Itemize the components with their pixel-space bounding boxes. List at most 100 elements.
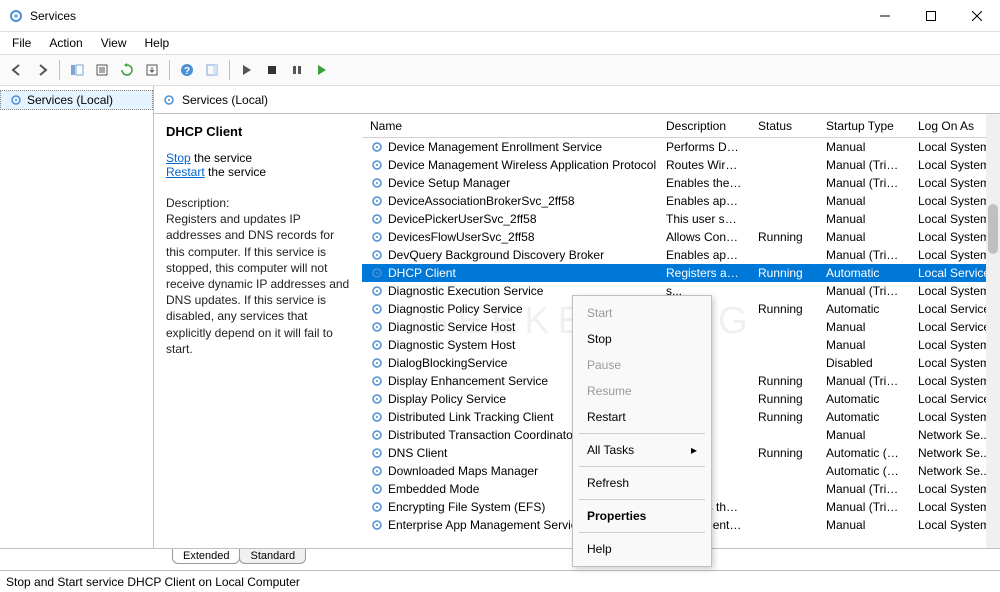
column-description[interactable]: Description xyxy=(658,116,750,136)
tree-item-services-local[interactable]: Services (Local) xyxy=(0,90,153,110)
service-name: DHCP Client xyxy=(388,266,456,280)
pane-header-label: Services (Local) xyxy=(182,93,268,107)
ctx-start: Start xyxy=(573,300,711,326)
service-startup-type: Manual xyxy=(818,517,910,533)
scrollbar-thumb[interactable] xyxy=(988,204,998,254)
ctx-pause: Pause xyxy=(573,352,711,378)
stop-service-link[interactable]: Stop xyxy=(166,151,191,165)
refresh-button[interactable] xyxy=(116,59,138,81)
main-area: Services (Local) Services (Local) DHCP C… xyxy=(0,86,1000,548)
start-service-button[interactable] xyxy=(236,59,258,81)
service-status xyxy=(750,146,818,148)
status-bar: Stop and Start service DHCP Client on Lo… xyxy=(0,570,1000,592)
pause-service-button[interactable] xyxy=(286,59,308,81)
ctx-stop[interactable]: Stop xyxy=(573,326,711,352)
table-row[interactable]: DHCP ClientRegisters an...RunningAutomat… xyxy=(362,264,1000,282)
list-header: Name Description Status Startup Type Log… xyxy=(362,114,1000,138)
gear-icon xyxy=(370,518,384,532)
service-name: Display Policy Service xyxy=(388,392,506,406)
pane-header: Services (Local) xyxy=(154,86,1000,114)
menu-file[interactable]: File xyxy=(4,34,39,52)
export-button[interactable] xyxy=(141,59,163,81)
service-name: Downloaded Maps Manager xyxy=(388,464,538,478)
service-status: Running xyxy=(750,445,818,461)
table-row[interactable]: Device Setup ManagerEnables the ...Manua… xyxy=(362,174,1000,192)
menu-help[interactable]: Help xyxy=(137,34,178,52)
service-name: Device Management Wireless Application P… xyxy=(388,158,658,172)
gear-icon xyxy=(370,158,384,172)
scrollbar[interactable] xyxy=(986,114,1000,548)
title-bar: Services xyxy=(0,0,1000,32)
forward-button[interactable] xyxy=(31,59,53,81)
service-description: Enables app... xyxy=(658,247,750,263)
help-button[interactable]: ? xyxy=(176,59,198,81)
ctx-restart[interactable]: Restart xyxy=(573,404,711,430)
service-startup-type: Manual xyxy=(818,139,910,155)
gear-icon xyxy=(370,302,384,316)
service-status xyxy=(750,200,818,202)
service-name: DevicesFlowUserSvc_2ff58 xyxy=(388,230,535,244)
tree-item-label: Services (Local) xyxy=(27,93,113,107)
service-status xyxy=(750,434,818,436)
service-startup-type: Manual (Trigg... xyxy=(818,283,910,299)
service-status: Running xyxy=(750,373,818,389)
ctx-properties[interactable]: Properties xyxy=(573,503,711,529)
maximize-button[interactable] xyxy=(908,0,954,32)
table-row[interactable]: DeviceAssociationBrokerSvc_2ff58Enables … xyxy=(362,192,1000,210)
tab-extended[interactable]: Extended xyxy=(172,549,240,564)
restart-service-link[interactable]: Restart xyxy=(166,165,205,179)
service-startup-type: Automatic xyxy=(818,391,910,407)
service-name: DNS Client xyxy=(388,446,447,460)
gear-icon xyxy=(162,93,176,107)
service-name: Enterprise App Management Service xyxy=(388,518,583,532)
column-status[interactable]: Status xyxy=(750,116,818,136)
action-pane-button[interactable] xyxy=(201,59,223,81)
table-row[interactable]: Device Management Enrollment ServicePerf… xyxy=(362,138,1000,156)
gear-icon xyxy=(370,392,384,406)
gear-icon xyxy=(370,464,384,478)
tab-standard[interactable]: Standard xyxy=(239,549,306,564)
column-name[interactable]: Name xyxy=(362,116,658,136)
gear-icon xyxy=(9,93,23,107)
gear-icon xyxy=(370,320,384,334)
restart-service-button[interactable] xyxy=(311,59,333,81)
service-status: Running xyxy=(750,301,818,317)
svg-text:?: ? xyxy=(184,66,190,77)
table-row[interactable]: DevicesFlowUserSvc_2ff58Allows Conn...Ru… xyxy=(362,228,1000,246)
menu-view[interactable]: View xyxy=(93,34,135,52)
service-startup-type: Manual xyxy=(818,211,910,227)
service-startup-type: Manual xyxy=(818,319,910,335)
service-status xyxy=(750,182,818,184)
gear-icon xyxy=(370,374,384,388)
ctx-all-tasks[interactable]: All Tasks▸ xyxy=(573,437,711,463)
menu-bar: File Action View Help xyxy=(0,32,1000,54)
service-name: Display Enhancement Service xyxy=(388,374,548,388)
gear-icon xyxy=(370,446,384,460)
service-name: DialogBlockingService xyxy=(388,356,507,370)
back-button[interactable] xyxy=(6,59,28,81)
table-row[interactable]: DevQuery Background Discovery BrokerEnab… xyxy=(362,246,1000,264)
close-button[interactable] xyxy=(954,0,1000,32)
service-status xyxy=(750,344,818,346)
context-menu: Start Stop Pause Resume Restart All Task… xyxy=(572,295,712,567)
menu-action[interactable]: Action xyxy=(41,34,90,52)
service-status xyxy=(750,524,818,526)
gear-icon xyxy=(370,248,384,262)
gear-icon xyxy=(370,230,384,244)
show-hide-tree-button[interactable] xyxy=(66,59,88,81)
ctx-resume: Resume xyxy=(573,378,711,404)
ctx-help[interactable]: Help xyxy=(573,536,711,562)
service-startup-type: Automatic xyxy=(818,409,910,425)
stop-service-button[interactable] xyxy=(261,59,283,81)
column-startup-type[interactable]: Startup Type xyxy=(818,116,910,136)
service-name: DevicePickerUserSvc_2ff58 xyxy=(388,212,537,226)
ctx-refresh[interactable]: Refresh xyxy=(573,470,711,496)
gear-icon xyxy=(370,410,384,424)
properties-toolbar-button[interactable] xyxy=(91,59,113,81)
service-description: Enables the ... xyxy=(658,175,750,191)
service-name: DeviceAssociationBrokerSvc_2ff58 xyxy=(388,194,575,208)
table-row[interactable]: Device Management Wireless Application P… xyxy=(362,156,1000,174)
service-startup-type: Manual (Trigg... xyxy=(818,157,910,173)
table-row[interactable]: DevicePickerUserSvc_2ff58This user ser..… xyxy=(362,210,1000,228)
minimize-button[interactable] xyxy=(862,0,908,32)
